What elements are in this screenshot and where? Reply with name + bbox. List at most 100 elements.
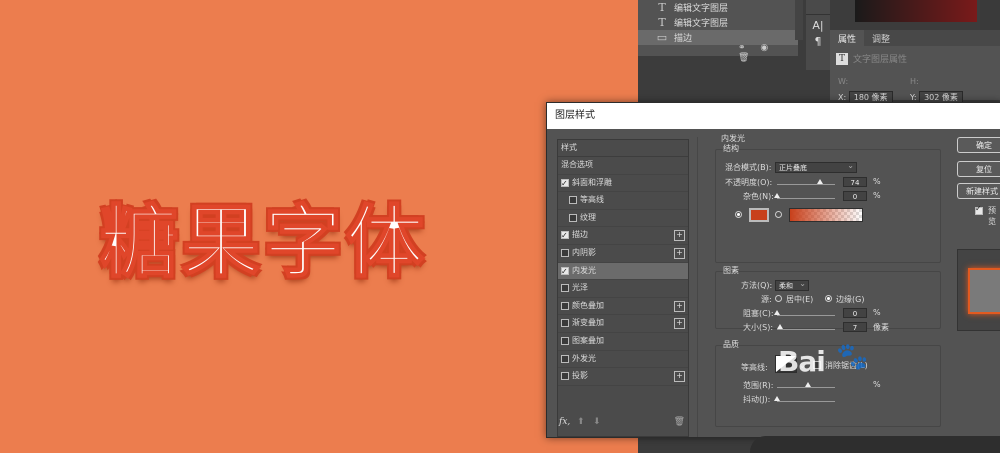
opacity-slider[interactable]	[777, 184, 835, 185]
style-item-label: 光泽	[572, 283, 588, 293]
size-slider[interactable]	[777, 329, 835, 330]
reset-button[interactable]: 复位	[957, 161, 1000, 177]
new-style-button[interactable]: 新建样式	[957, 183, 1000, 199]
trash-icon[interactable]: 🗑	[674, 417, 685, 427]
opacity-unit: %	[873, 177, 881, 186]
source-center-radio[interactable]	[775, 295, 782, 302]
opacity-label: 不透明度(O):	[725, 178, 773, 187]
style-checkbox[interactable]	[561, 372, 569, 381]
style-item[interactable]: 内阴影 +	[558, 245, 688, 263]
add-instance-icon[interactable]: +	[674, 318, 685, 330]
style-item-label: 投影	[572, 371, 588, 381]
layer-style-dialog: 图层样式 样式 混合选项 斜面和浮雕等高线纹理描边 + 内阴影 + 内发光光泽颜色叠加 +…	[546, 102, 1000, 438]
style-item[interactable]: 颜色叠加 +	[558, 298, 688, 316]
style-item[interactable]: 描边 +	[558, 227, 688, 245]
move-down-icon[interactable]: ⬇	[593, 417, 601, 427]
style-item[interactable]: 图案叠加	[558, 333, 688, 351]
properties-title: 文字图层属性	[853, 55, 908, 65]
style-checkbox[interactable]	[561, 301, 569, 310]
style-item-label: 渐变叠加	[572, 318, 604, 328]
style-item[interactable]: 光泽	[558, 280, 688, 298]
style-item[interactable]: 斜面和浮雕	[558, 175, 688, 192]
add-instance-icon[interactable]: +	[674, 371, 685, 383]
tab-properties[interactable]: 属性	[830, 30, 865, 46]
move-up-icon[interactable]: ⬆	[577, 417, 585, 427]
style-item[interactable]: 纹理	[558, 210, 688, 228]
style-item-label: 外发光	[572, 353, 596, 363]
style-list-header[interactable]: 样式	[558, 140, 688, 157]
size-field[interactable]: 7	[843, 322, 867, 332]
style-item[interactable]: 投影 +	[558, 368, 688, 386]
candy-text-headline: 糖果字体	[99, 197, 429, 289]
style-item[interactable]: 渐变叠加 +	[558, 315, 688, 333]
add-instance-icon[interactable]: +	[674, 230, 685, 242]
style-item[interactable]: 等高线	[558, 192, 688, 210]
layers-scrollbar[interactable]	[795, 0, 803, 40]
jitter-label: 抖动(J):	[743, 395, 771, 404]
gradient-radio[interactable]	[775, 211, 782, 218]
jitter-slider-handle[interactable]	[774, 396, 780, 401]
style-item-label: 内阴影	[572, 247, 596, 257]
layers-panel: T 编辑文字图层 T 编辑文字图层 ▭ 描边 ⚭ ◉ 🗑	[638, 0, 798, 63]
range-slider-handle[interactable]	[805, 382, 811, 387]
source-center-label: 居中(E)	[786, 295, 814, 304]
layer-row[interactable]: T 编辑文字图层	[638, 0, 798, 15]
choke-slider-handle[interactable]	[774, 310, 780, 315]
range-slider[interactable]	[777, 387, 835, 388]
ok-button[interactable]: 确定	[957, 137, 1000, 153]
style-checkbox[interactable]	[561, 354, 569, 363]
layer-action-icons[interactable]: ⚭ ◉ 🗑	[738, 43, 798, 63]
panel-edge	[980, 0, 1000, 30]
preview-checkbox[interactable]	[975, 204, 983, 215]
style-checkbox[interactable]	[561, 228, 569, 245]
style-checkbox[interactable]	[561, 248, 569, 257]
add-instance-icon[interactable]: +	[674, 300, 685, 312]
color-picker-strip[interactable]	[855, 0, 977, 22]
paw-logo-icon: 🐾	[836, 342, 869, 372]
style-checkbox[interactable]	[561, 284, 569, 293]
source-edge-radio[interactable]	[825, 295, 832, 302]
glow-color-swatch[interactable]	[749, 208, 769, 222]
size-unit: 像素	[873, 323, 889, 332]
blend-mode-select[interactable]: 正片叠底	[775, 160, 857, 173]
layer-name: 编辑文字图层	[674, 4, 729, 14]
text-layer-icon: T	[658, 16, 666, 29]
style-checkbox[interactable]	[561, 319, 569, 328]
style-checkbox[interactable]	[561, 336, 569, 345]
style-checkbox[interactable]	[561, 264, 569, 280]
solid-color-radio[interactable]	[735, 211, 742, 218]
noise-slider-handle[interactable]	[774, 193, 780, 198]
glow-gradient-picker[interactable]	[789, 208, 863, 222]
style-item[interactable]: 内发光	[558, 262, 688, 280]
add-instance-icon[interactable]: +	[674, 247, 685, 259]
style-checkbox[interactable]	[561, 176, 569, 192]
blend-options-item[interactable]: 混合选项	[558, 157, 688, 175]
layer-row[interactable]: T 编辑文字图层	[638, 15, 798, 30]
style-checkbox[interactable]	[569, 213, 577, 222]
style-preview-thumbnail	[957, 249, 1000, 331]
height-label: H:	[910, 77, 919, 86]
noise-field[interactable]: 0	[843, 191, 867, 201]
opacity-field[interactable]: 74	[843, 177, 867, 187]
elements-title: 图素	[723, 266, 739, 275]
layer-name: 编辑文字图层	[674, 19, 729, 29]
size-slider-handle[interactable]	[777, 324, 783, 329]
tool-slot[interactable]	[806, 0, 830, 15]
style-item-label: 颜色叠加	[572, 300, 604, 310]
paragraph-tool-icon[interactable]: ¶	[806, 35, 830, 48]
document-canvas: 糖果字体	[0, 0, 640, 453]
choke-slider[interactable]	[777, 315, 835, 316]
noise-slider[interactable]	[777, 198, 835, 199]
style-item[interactable]: 外发光	[558, 351, 688, 369]
x-label: X:	[838, 93, 847, 102]
opacity-slider-handle[interactable]	[816, 179, 823, 184]
choke-label: 阻塞(C):	[743, 309, 774, 318]
fx-icon[interactable]: fx,	[559, 417, 570, 427]
jitter-slider[interactable]	[777, 401, 835, 402]
character-tool-icon[interactable]: A|	[806, 19, 830, 32]
structure-title: 结构	[723, 144, 739, 153]
style-checkbox[interactable]	[569, 196, 577, 205]
choke-field[interactable]: 0	[843, 308, 867, 318]
method-select[interactable]: 柔和	[775, 278, 809, 291]
tab-adjust[interactable]: 调整	[864, 30, 898, 46]
